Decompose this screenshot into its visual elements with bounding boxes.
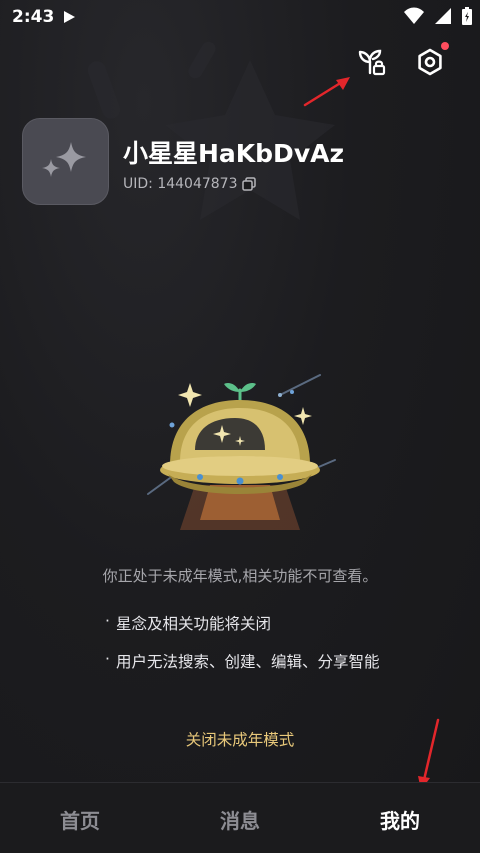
username: 小星星HaKbDvAz [123, 139, 345, 168]
bottom-navigation: 首页 消息 我的 [0, 782, 480, 853]
status-icons [404, 7, 472, 25]
nav-home[interactable]: 首页 [0, 783, 160, 853]
close-teen-mode-link[interactable]: 关闭未成年模式 [0, 728, 480, 750]
signal-icon [435, 8, 451, 24]
restriction-item: · 星念及相关功能将关闭 [105, 612, 271, 633]
restriction-list: · 星念及相关功能将关闭 · 用户无法搜索、创建、编辑、分享智能 [105, 612, 379, 688]
notification-badge [441, 42, 449, 50]
uid-text: UID: 144047873 [123, 176, 238, 192]
plant-lock-icon [358, 49, 386, 76]
play-icon [64, 11, 75, 23]
restriction-text: 用户无法搜索、创建、编辑、分享智能 [115, 653, 380, 671]
copy-icon[interactable] [241, 177, 256, 191]
battery-icon [462, 7, 472, 25]
nav-messages[interactable]: 消息 [160, 783, 320, 853]
screen: 2:43 小星星HaKbDvAz UID: 144047873 你正处于未成年模… [0, 0, 480, 853]
sparkle-icon [41, 141, 86, 177]
avatar[interactable] [22, 118, 109, 205]
wifi-icon [404, 7, 424, 24]
settings-icon [418, 48, 442, 76]
teen-mode-button[interactable] [354, 44, 390, 80]
nav-me[interactable]: 我的 [320, 783, 480, 853]
status-time: 2:43 [12, 7, 55, 27]
status-bar: 2:43 [0, 0, 480, 36]
ufo-illustration [147, 374, 336, 530]
restriction-item: · 用户无法搜索、创建、编辑、分享智能 [105, 650, 380, 671]
teen-mode-notice: 你正处于未成年模式,相关功能不可查看。 [102, 567, 378, 585]
uid-row: UID: 144047873 [123, 176, 256, 192]
restriction-text: 星念及相关功能将关闭 [115, 615, 271, 633]
